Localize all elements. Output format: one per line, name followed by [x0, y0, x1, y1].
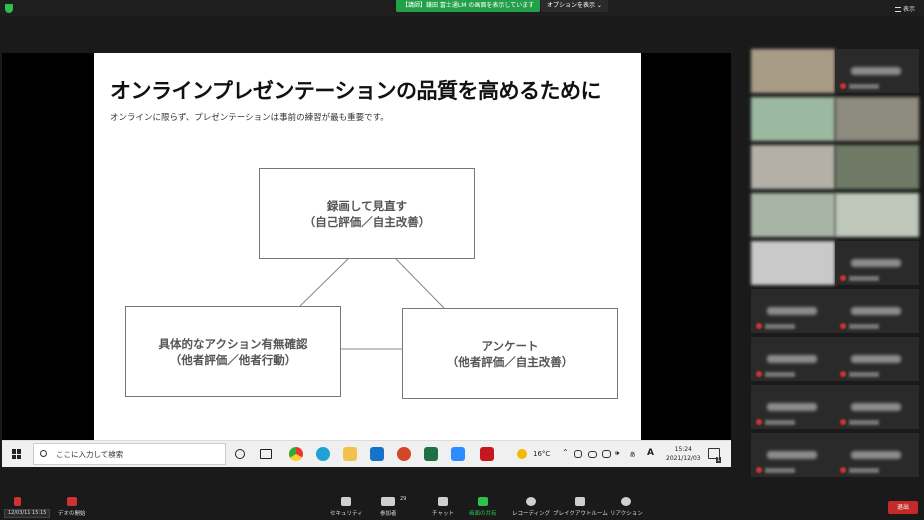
participant-tile[interactable]	[751, 433, 835, 477]
view-label: 表示	[903, 6, 916, 13]
video-off-icon	[66, 497, 77, 506]
box-action-check-note: （他者評価／他者行動）	[169, 352, 297, 367]
weather-temp: 16°C	[533, 450, 551, 458]
box-action-check-title: 具体的なアクション有無確認	[158, 336, 308, 351]
meeting-control-bar: 12/03/11 15:15 デオの開始 セキュリティ 参加者 29 チャット …	[0, 493, 924, 520]
search-icon	[40, 450, 47, 457]
participant-tile[interactable]	[751, 385, 835, 429]
participant-tile[interactable]	[835, 337, 919, 381]
participant-tile[interactable]	[835, 49, 919, 93]
zoom-app-icon[interactable]	[451, 447, 465, 461]
participant-tile[interactable]	[751, 49, 835, 93]
chat-label: チャット	[432, 511, 454, 517]
participants-icon	[381, 497, 396, 506]
participant-tile[interactable]	[751, 337, 835, 381]
box-survey: アンケート （他者評価／自主改善）	[402, 308, 618, 399]
box-survey-title: アンケート	[481, 338, 539, 353]
ime-icon[interactable]: ぁ	[629, 449, 636, 459]
participant-tile[interactable]	[835, 433, 919, 477]
record-label: レコーディング	[512, 511, 551, 517]
participant-tile[interactable]	[835, 145, 919, 189]
cortana-icon[interactable]	[235, 449, 245, 459]
view-options-button[interactable]: オプションを表示 ⌄	[541, 0, 608, 12]
participants-count: 29	[400, 496, 407, 502]
windows-taskbar: ここに入力して検索 16°C ⌃ 🕪 ぁ A 15:24 2021/12/03	[2, 440, 731, 467]
edge-icon[interactable]	[316, 447, 330, 461]
excel-icon[interactable]	[424, 447, 438, 461]
battery-icon[interactable]	[588, 451, 597, 458]
reactions-label: リアクション	[610, 511, 643, 517]
windows-start-icon[interactable]	[12, 449, 22, 459]
share-screen-button[interactable]: 画面の共有	[469, 493, 497, 517]
security-button[interactable]: セキュリティ	[330, 493, 363, 517]
view-options-label: オプションを表示	[547, 2, 596, 9]
clock-time: 15:24	[674, 446, 692, 453]
security-label: セキュリティ	[330, 511, 363, 517]
search-placeholder: ここに入力して検索	[56, 450, 124, 459]
participant-tile[interactable]	[835, 241, 919, 285]
acrobat-icon[interactable]	[480, 447, 494, 461]
participant-tile[interactable]	[751, 145, 835, 189]
tray-app-icon[interactable]	[574, 450, 582, 458]
volume-icon[interactable]: 🕪	[615, 449, 619, 458]
record-button[interactable]: レコーディング	[512, 493, 550, 517]
file-explorer-icon[interactable]	[343, 447, 357, 461]
mail-icon[interactable]	[370, 447, 384, 461]
breakout-rooms-label: ブレイクアウトルーム	[553, 511, 608, 517]
breakout-rooms-icon	[575, 497, 586, 506]
tray-chevron-icon[interactable]: ⌃	[562, 448, 569, 457]
weather-icon[interactable]	[517, 449, 527, 459]
breakout-rooms-button[interactable]: ブレイクアウトルーム	[553, 493, 608, 517]
start-video-label: デオの開始	[58, 511, 86, 517]
clock-date: 2021/12/03	[666, 455, 701, 462]
reaction-icon	[621, 497, 632, 506]
box-survey-note: （他者評価／自主改善）	[446, 354, 574, 369]
presentation-slide: オンラインプレゼンテーションの品質を高めるために オンラインに限らず、プレゼンテ…	[94, 53, 641, 440]
reactions-button[interactable]: リアクション	[610, 493, 643, 517]
share-screen-label: 画面の共有	[469, 511, 497, 517]
top-bar: 【講師】鎌田 富士通LM の画面を表示しています オプションを表示 ⌄ 表示	[0, 0, 924, 16]
participant-tile[interactable]	[835, 385, 919, 429]
share-status-banner: 【講師】鎌田 富士通LM の画面を表示しています	[396, 0, 541, 12]
mic-muted-icon	[14, 497, 21, 506]
box-action-check: 具体的なアクション有無確認 （他者評価／他者行動）	[125, 306, 341, 397]
notification-count: 1	[716, 457, 722, 463]
taskbar-search-input[interactable]: ここに入力して検索	[33, 443, 226, 465]
taskbar-clock[interactable]: 15:24 2021/12/03	[666, 445, 701, 463]
participant-tile[interactable]	[751, 193, 835, 237]
participant-tile[interactable]	[835, 193, 919, 237]
leave-button[interactable]: 退出	[888, 501, 918, 514]
start-video-button[interactable]: デオの開始	[58, 493, 86, 517]
participant-tile[interactable]	[751, 241, 835, 285]
box-self-review-title: 録画して見直す	[326, 198, 408, 213]
shared-screen: オンラインプレゼンテーションの品質を高めるために オンラインに限らず、プレゼンテ…	[2, 53, 731, 467]
box-self-review: 録画して見直す （自己評価／自主改善）	[259, 168, 475, 259]
record-icon	[526, 497, 537, 506]
participant-tile[interactable]	[835, 289, 919, 333]
task-view-icon[interactable]	[260, 449, 272, 459]
participant-tile[interactable]	[835, 97, 919, 141]
participants-button[interactable]: 参加者	[380, 493, 397, 517]
participant-tile[interactable]	[751, 289, 835, 333]
view-button[interactable]: 表示	[895, 4, 915, 13]
chrome-icon[interactable]	[289, 447, 303, 461]
grid-icon	[895, 7, 901, 12]
mute-button[interactable]	[14, 493, 21, 509]
participant-tile[interactable]	[751, 97, 835, 141]
box-self-review-note: （自己評価／自主改善）	[303, 214, 431, 229]
recording-timestamp: 12/03/11 15:15	[4, 509, 51, 518]
ime-mode[interactable]: A	[647, 448, 654, 458]
network-icon[interactable]	[602, 450, 611, 458]
share-screen-icon	[477, 497, 488, 506]
chat-button[interactable]: チャット	[432, 493, 454, 517]
chat-icon	[437, 497, 448, 506]
participants-label: 参加者	[380, 511, 397, 517]
shield-icon[interactable]	[5, 4, 13, 13]
powerpoint-icon[interactable]	[397, 447, 411, 461]
shield-icon	[341, 497, 352, 506]
zoom-window: 【講師】鎌田 富士通LM の画面を表示しています オプションを表示 ⌄ 表示 オ…	[0, 0, 924, 520]
